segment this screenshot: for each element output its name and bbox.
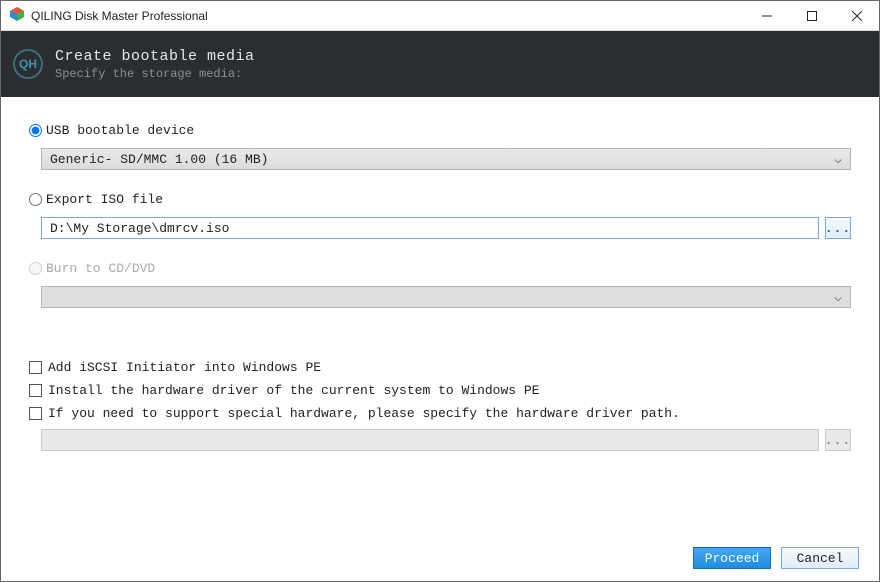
check-driver-row[interactable]: Install the hardware driver of the curre… (29, 383, 851, 398)
check-special-label: If you need to support special hardware,… (48, 406, 680, 421)
option-cd: Burn to CD/DVD (29, 261, 851, 276)
radio-cd (29, 262, 42, 275)
iso-browse-button[interactable]: ... (825, 217, 851, 239)
window-title: QILING Disk Master Professional (31, 9, 208, 23)
wizard-header: QH Create bootable media Specify the sto… (1, 31, 879, 97)
check-driver-label: Install the hardware driver of the curre… (48, 383, 539, 398)
driver-browse-button: ... (825, 429, 851, 451)
chevron-down-icon: ⌵ (834, 152, 842, 167)
footer-buttons: Proceed Cancel (693, 547, 859, 569)
chevron-down-icon: ⌵ (834, 290, 842, 305)
check-iscsi-label: Add iSCSI Initiator into Windows PE (48, 360, 321, 375)
check-driver[interactable] (29, 384, 42, 397)
option-iso[interactable]: Export ISO file (29, 192, 851, 207)
radio-usb[interactable] (29, 124, 42, 137)
check-iscsi-row[interactable]: Add iSCSI Initiator into Windows PE (29, 360, 851, 375)
cancel-button[interactable]: Cancel (781, 547, 859, 569)
minimize-button[interactable] (744, 1, 789, 30)
header-icon: QH (13, 49, 43, 79)
usb-selected-value: Generic- SD/MMC 1.00 (16 MB) (50, 152, 268, 167)
page-title: Create bootable media (55, 48, 255, 65)
label-iso: Export ISO file (46, 192, 163, 207)
check-special[interactable] (29, 407, 42, 420)
content-area: USB bootable device Generic- SD/MMC 1.00… (1, 97, 879, 451)
iso-path-input[interactable]: D:\My Storage\dmrcv.iso (41, 217, 819, 239)
page-subtitle: Specify the storage media: (55, 67, 255, 81)
proceed-button[interactable]: Proceed (693, 547, 771, 569)
label-usb: USB bootable device (46, 123, 194, 138)
window-controls (744, 1, 879, 30)
option-usb[interactable]: USB bootable device (29, 123, 851, 138)
label-cd: Burn to CD/DVD (46, 261, 155, 276)
close-button[interactable] (834, 1, 879, 30)
check-special-row[interactable]: If you need to support special hardware,… (29, 406, 851, 421)
driver-path-input (41, 429, 819, 451)
cd-device-select: ⌵ (41, 286, 851, 308)
iso-path-value: D:\My Storage\dmrcv.iso (50, 221, 229, 236)
check-iscsi[interactable] (29, 361, 42, 374)
titlebar: QILING Disk Master Professional (1, 1, 879, 31)
usb-device-select[interactable]: Generic- SD/MMC 1.00 (16 MB) ⌵ (41, 148, 851, 170)
radio-iso[interactable] (29, 193, 42, 206)
maximize-button[interactable] (789, 1, 834, 30)
app-logo-icon (9, 6, 25, 25)
